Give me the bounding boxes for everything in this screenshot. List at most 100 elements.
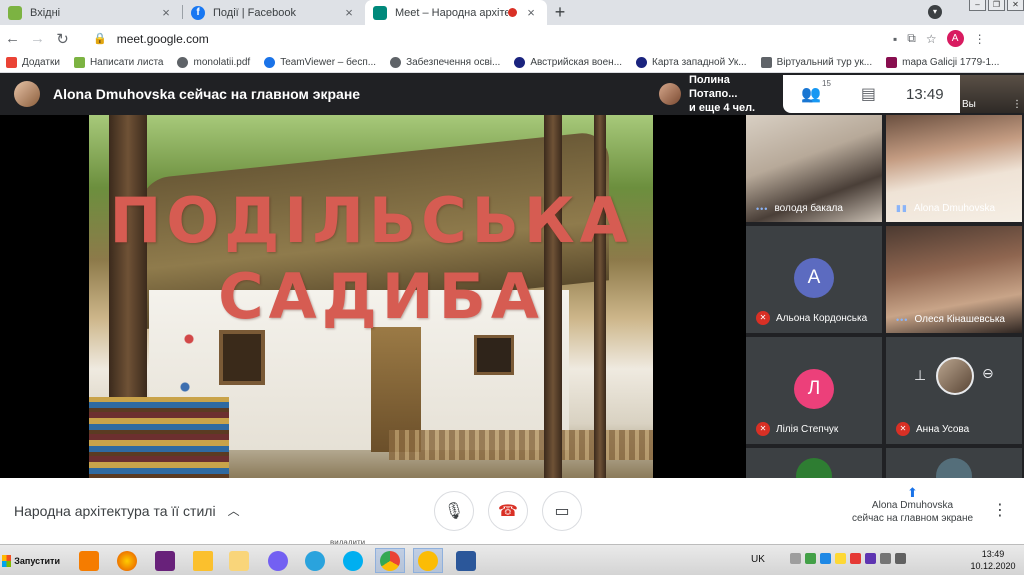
- firefox-icon[interactable]: [112, 548, 142, 573]
- language-indicator[interactable]: UK: [751, 554, 765, 565]
- start-button[interactable]: Запустити: [0, 548, 60, 573]
- remove-icon[interactable]: ⊖: [982, 365, 994, 382]
- forward-icon[interactable]: →: [25, 30, 50, 47]
- tab-search-icon[interactable]: ▾: [928, 5, 942, 19]
- bookmark-item[interactable]: monolatii.pdf: [177, 56, 251, 68]
- viber-icon[interactable]: [263, 548, 293, 573]
- tab-facebook[interactable]: f Події | Facebook ×: [183, 0, 365, 25]
- participant-avatar: [936, 357, 974, 395]
- self-view-tile[interactable]: Вы ⋮: [960, 75, 1024, 113]
- bookmark-icon: [514, 56, 526, 68]
- participant-tile[interactable]: ▮▮ Alona Dmuhovska: [886, 115, 1022, 222]
- bookmark-item[interactable]: Австрийская воен...: [514, 56, 623, 68]
- chat-icon[interactable]: ▤: [861, 84, 876, 104]
- people-icon[interactable]: 👥 15: [801, 79, 831, 104]
- tray-icon[interactable]: [865, 553, 876, 564]
- bookmark-item[interactable]: Віртуальний тур ук...: [760, 56, 872, 68]
- bookmark-label: monolatii.pdf: [193, 56, 251, 68]
- start-label: Запустити: [14, 555, 60, 566]
- bookmark-item[interactable]: Написати листа: [73, 56, 164, 68]
- tab-title: Meet – Народна архітектура: [395, 6, 508, 19]
- mic-off-icon: ✕: [756, 422, 770, 436]
- participant-initial: Л: [794, 369, 834, 409]
- tray-icon[interactable]: [835, 553, 846, 564]
- network-icon[interactable]: [880, 553, 891, 564]
- bookmark-label: Написати листа: [89, 56, 164, 68]
- bookmark-item[interactable]: Карта западной Ук...: [636, 56, 747, 68]
- present-now-button[interactable]: ⬆ Alona Dmuhovska сейчас на главном экра…: [840, 486, 985, 525]
- skype-icon[interactable]: [338, 548, 368, 573]
- meet-top-right: Полина Потапо... и еще 4 чел. 👥 15 ▤ 13:4…: [655, 73, 1024, 115]
- participant-tile[interactable]: ••• Олеся Кінашевська: [886, 226, 1022, 333]
- bookmark-item[interactable]: mapa Galicji 1779-1...: [886, 56, 999, 68]
- present-screen-icon: ⬆: [907, 485, 918, 500]
- meeting-title: Народна архітектура та її стилі: [14, 502, 216, 519]
- speaking-indicator-icon: •••: [896, 314, 909, 325]
- more-options-icon[interactable]: ⋮: [992, 500, 1008, 520]
- os-taskbar: Запустити UK 13:49 10.12.2020: [0, 544, 1024, 575]
- chrome-icon[interactable]: [375, 548, 405, 573]
- tray-icon[interactable]: [805, 553, 816, 564]
- slide-title-line1: ПОДІЛЬСЬКА: [109, 184, 633, 257]
- close-tab-icon[interactable]: ×: [158, 5, 174, 20]
- people-preview[interactable]: Полина Потапо... и еще 4 чел.: [655, 74, 780, 114]
- mic-button[interactable]: 🎙: [434, 491, 474, 531]
- camera-icon: ▭: [554, 503, 570, 520]
- close-tab-icon[interactable]: ×: [341, 5, 357, 20]
- close-window-icon[interactable]: ✕: [1007, 0, 1024, 11]
- translate-icon[interactable]: ⧉: [907, 31, 916, 46]
- bookmark-icon: [760, 56, 772, 68]
- url-text[interactable]: meet.google.com: [117, 32, 209, 46]
- back-icon[interactable]: ←: [0, 30, 25, 47]
- address-bar[interactable]: 🔒 meet.google.com: [83, 27, 887, 50]
- minimize-icon[interactable]: –: [969, 0, 986, 11]
- pin-icon[interactable]: ⊥: [914, 367, 926, 384]
- tray-icon[interactable]: [850, 553, 861, 564]
- system-clock[interactable]: 13:49 10.12.2020: [962, 548, 1024, 572]
- participant-tile[interactable]: ⊥ ⊖ ✕ Анна Усова: [886, 337, 1022, 444]
- participant-name: Анна Усова: [916, 423, 970, 435]
- restore-icon[interactable]: ❐: [988, 0, 1005, 11]
- bookmark-item[interactable]: Забезпечення осві...: [390, 56, 500, 68]
- participant-tile[interactable]: [746, 448, 882, 478]
- profile-avatar[interactable]: A: [946, 30, 964, 47]
- chrome-canary-icon[interactable]: [413, 548, 443, 573]
- bookmark-item[interactable]: TeamViewer – бесп...: [264, 56, 376, 68]
- chevron-up-icon[interactable]: ︿: [228, 502, 240, 519]
- close-tab-icon[interactable]: ×: [523, 5, 539, 20]
- bookshelf: [89, 397, 229, 478]
- new-tab-button[interactable]: +: [547, 0, 573, 25]
- word-icon[interactable]: [451, 548, 481, 573]
- tray-icon[interactable]: [790, 553, 801, 564]
- bookmark-star-icon[interactable]: ☆: [926, 32, 937, 46]
- participant-avatar: [936, 458, 972, 478]
- menu-kebab-icon[interactable]: ⋮: [974, 32, 986, 46]
- tab-meet[interactable]: Meet – Народна архітектура ×: [365, 0, 547, 25]
- participant-tile[interactable]: А ✕ Альона Кордонська: [746, 226, 882, 333]
- meeting-details-toggle[interactable]: Народна архітектура та її стилі ︿: [14, 502, 240, 519]
- tray-icon[interactable]: [820, 553, 831, 564]
- participant-tile[interactable]: [886, 448, 1022, 478]
- reload-icon[interactable]: ↻: [50, 30, 75, 48]
- archicad-icon[interactable]: [188, 548, 218, 573]
- bookmark-label: Австрийская воен...: [530, 56, 623, 68]
- media-player-icon[interactable]: [74, 548, 104, 573]
- leave-call-button[interactable]: ☎: [488, 491, 528, 531]
- camera-permission-icon[interactable]: ▪: [893, 32, 897, 46]
- bookmark-icon: [886, 56, 898, 68]
- telegram-icon[interactable]: [300, 548, 330, 573]
- bookmark-icon: [264, 56, 276, 68]
- file-explorer-icon[interactable]: [224, 548, 254, 573]
- bookmark-item[interactable]: Додатки: [6, 56, 60, 68]
- lock-icon[interactable]: 🔒: [93, 32, 107, 45]
- participant-name: Лілія Степчук: [776, 423, 839, 435]
- participant-tile[interactable]: ••• володя бакала: [746, 115, 882, 222]
- meet-main: Alona Dmuhovska сейчас на главном экране…: [0, 73, 1024, 478]
- bookmark-icon: [6, 56, 17, 68]
- volume-icon[interactable]: [895, 553, 906, 564]
- participant-tile[interactable]: Л ✕ Лілія Степчук: [746, 337, 882, 444]
- participant-avatar: [659, 83, 681, 105]
- visual-studio-icon[interactable]: [150, 548, 180, 573]
- tab-inbox[interactable]: Вхідні ×: [0, 0, 182, 25]
- camera-button[interactable]: ▭: [542, 491, 582, 531]
